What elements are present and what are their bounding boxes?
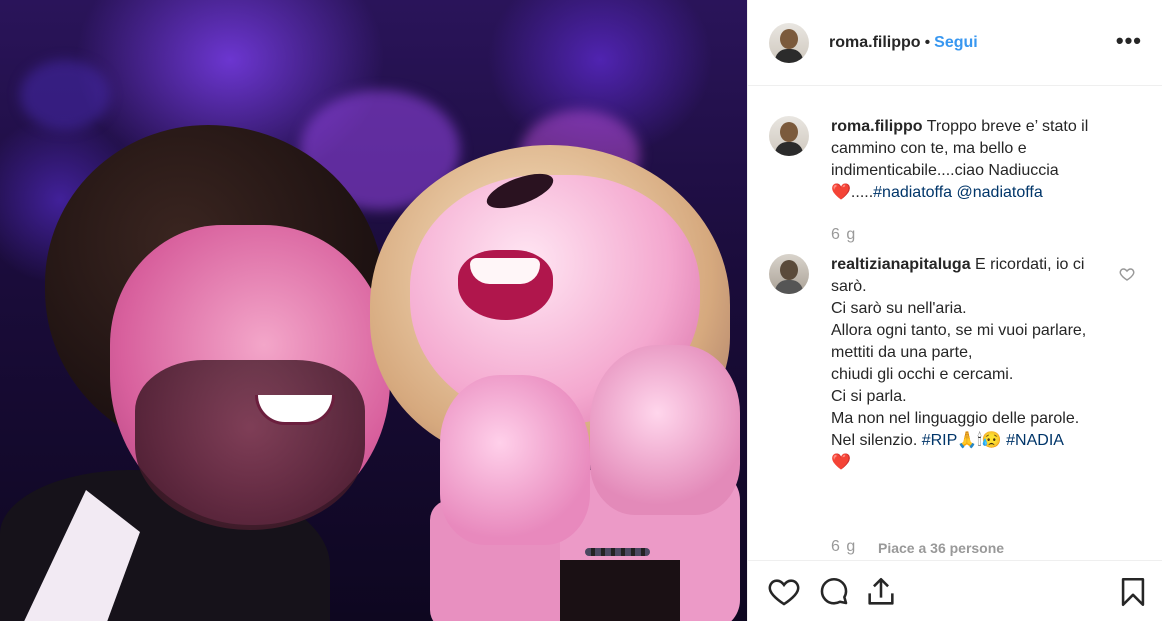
caption-avatar[interactable] [769, 116, 809, 156]
comment-line-8: Nel silenzio. [831, 432, 918, 449]
comment-item: realtizianapitaluga E ricordati, io ci s… [769, 254, 1135, 474]
author-username[interactable]: roma.filippo [829, 34, 921, 52]
commenter-username[interactable]: realtizianapitaluga [831, 256, 971, 273]
post-photo[interactable] [0, 0, 747, 621]
post-header: roma.filippo • Segui ••• [748, 0, 1162, 86]
post-sidebar: roma.filippo • Segui ••• roma.filippo Tr… [747, 0, 1162, 621]
comment-line-4: mettiti da una parte, [831, 344, 973, 361]
red-heart-emoji: ❤️ [831, 184, 851, 201]
comment-line-2: Ci sarò su nell'aria. [831, 300, 967, 317]
share-upload-icon[interactable] [864, 575, 898, 609]
author-avatar[interactable] [769, 22, 809, 63]
post-dialog: roma.filippo • Segui ••• roma.filippo Tr… [0, 0, 1162, 621]
caption-dots: ..... [850, 184, 874, 201]
caption-comment: roma.filippo Troppo breve e’ stato il ca… [769, 116, 1121, 204]
comment-line-7: Ma non nel linguaggio delle parole. [831, 410, 1080, 427]
follow-button[interactable]: Segui [934, 34, 978, 52]
red-heart-emoji: ❤️ [831, 454, 851, 471]
separator-dot: • [924, 33, 931, 51]
comment-likes-count[interactable]: Piace a 36 persone [878, 540, 1004, 556]
comment-line-6: Ci si parla. [831, 388, 907, 405]
comment-hashtag-nadia[interactable]: #NADIA [1006, 432, 1064, 449]
bookmark-icon[interactable] [1116, 575, 1150, 609]
speech-bubble-icon[interactable] [817, 575, 851, 609]
comment-emojis: 🙏🕯😥 [957, 432, 1002, 449]
commenter-avatar[interactable] [769, 254, 809, 294]
comment-like-icon[interactable] [1119, 266, 1135, 282]
comment-line-3: Allora ogni tanto, se mi vuoi parlare, [831, 322, 1087, 339]
comments-list[interactable]: roma.filippo Troppo breve e’ stato il ca… [748, 87, 1162, 559]
comment-timestamp[interactable]: 6 g [831, 538, 856, 556]
caption-timestamp[interactable]: 6 g [831, 226, 856, 244]
comment-hashtag-rip[interactable]: #RIP [922, 432, 958, 449]
caption-mention[interactable]: @nadiatoffa [957, 184, 1043, 201]
more-options-icon[interactable]: ••• [1116, 28, 1142, 54]
caption-username[interactable]: roma.filippo [831, 118, 923, 135]
caption-hashtag[interactable]: #nadiatoffa [873, 184, 952, 201]
heart-outline-icon[interactable] [767, 575, 801, 609]
action-bar [748, 560, 1162, 621]
comment-line-5: chiudi gli occhi e cercami. [831, 366, 1014, 383]
